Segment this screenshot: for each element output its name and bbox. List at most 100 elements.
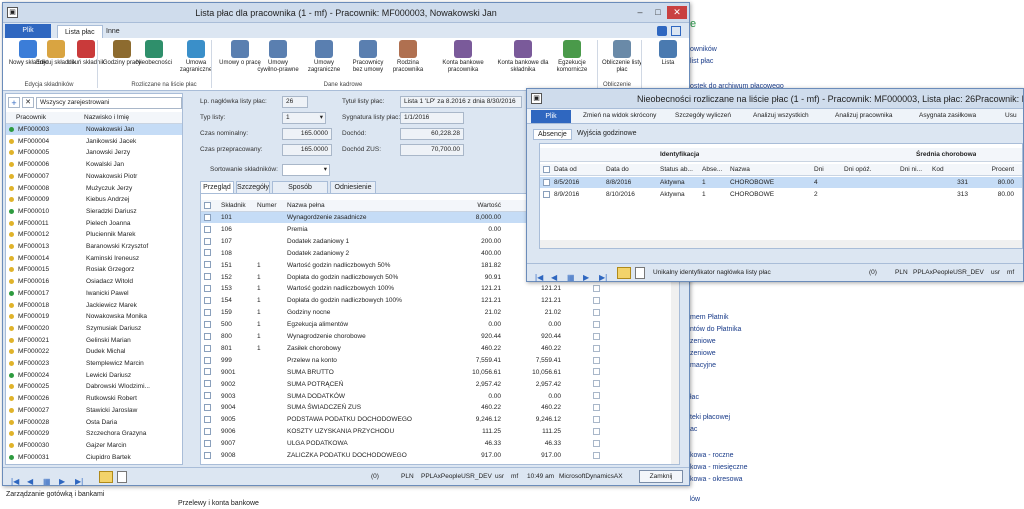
component-row[interactable]: 154 1 Dopłata do godzin nadliczbowych 100%… bbox=[201, 295, 671, 306]
absence-hscrollbar[interactable] bbox=[540, 240, 1022, 248]
filter-select[interactable]: Wszyscy zarejestrowani bbox=[36, 97, 182, 109]
employee-row[interactable]: MF000004 Janikowski Jacek bbox=[6, 136, 182, 147]
employee-row[interactable]: MF000003 Nowakowski Jan bbox=[6, 124, 182, 135]
remove-filter-button[interactable]: ✕ bbox=[22, 97, 34, 108]
component-row[interactable]: 9005 PODSTAWA PODATKU DOCHODOWEGO 9,246.12… bbox=[201, 414, 671, 425]
row-checkbox[interactable] bbox=[204, 236, 211, 247]
include-checkbox[interactable] bbox=[593, 450, 600, 461]
tab-inne[interactable]: Inne bbox=[99, 25, 127, 38]
row-checkbox[interactable] bbox=[204, 283, 211, 294]
nav-item[interactable]: łac bbox=[690, 394, 699, 401]
ribbon-button-15[interactable]: Lista bbox=[647, 40, 689, 67]
maximize-button[interactable]: □ bbox=[649, 6, 667, 19]
row-checkbox[interactable] bbox=[204, 272, 211, 283]
nav-item[interactable]: ntów do Płatnika bbox=[690, 326, 741, 333]
component-row[interactable]: 500 1 Egzekucja alimentów 0.00 0.00 bbox=[201, 319, 671, 330]
employee-row[interactable]: MF000029 Szczechora Grazyna bbox=[6, 428, 182, 439]
include-checkbox[interactable] bbox=[593, 319, 600, 330]
include-checkbox[interactable] bbox=[593, 414, 600, 425]
include-checkbox[interactable] bbox=[593, 438, 600, 449]
row-checkbox[interactable] bbox=[204, 426, 211, 437]
component-row[interactable]: 9001 SUMA BRUTTO 10,056.61 10,056.61 bbox=[201, 367, 671, 378]
employee-row[interactable]: MF000028 Osta Daria bbox=[6, 417, 182, 428]
employee-row[interactable]: MF000015 Rosiak Grzegorz bbox=[6, 264, 182, 275]
subtab-1[interactable]: Szczegóły bbox=[236, 181, 270, 193]
row-checkbox[interactable] bbox=[204, 367, 211, 378]
component-row[interactable]: 9004 SUMA ŚWIADCZEŃ ZUS 460.22 460.22 bbox=[201, 402, 671, 413]
employee-row[interactable]: MF000021 Gelinski Marian bbox=[6, 335, 182, 346]
include-checkbox[interactable] bbox=[593, 391, 600, 402]
employee-row[interactable]: MF000008 Mużyczuk Jerzy bbox=[6, 183, 182, 194]
first-record-icon[interactable]: |◀ bbox=[11, 473, 19, 491]
ribbon-button-8[interactable]: Umowy zagraniczne bbox=[303, 40, 345, 74]
row-checkbox[interactable] bbox=[543, 189, 550, 200]
ribbon-button-7[interactable]: Umowy cywilno-prawne bbox=[257, 40, 299, 74]
tab-absencje[interactable]: Absencje bbox=[533, 129, 572, 140]
absence-col-header[interactable]: Abse... bbox=[702, 164, 728, 176]
employee-row[interactable]: MF000005 Janowski Jerzy bbox=[6, 147, 182, 158]
minimize-button[interactable]: – bbox=[631, 6, 649, 19]
add-filter-button[interactable]: + bbox=[8, 97, 20, 108]
toggle-short-view-button[interactable]: Zmień na widok skrócony bbox=[583, 112, 656, 119]
absence-col-header[interactable]: Nazwa bbox=[730, 164, 810, 176]
absence-col-header[interactable]: Procent bbox=[970, 164, 1014, 176]
nav-item[interactable]: kowa - okresowa bbox=[690, 476, 743, 483]
file-tab[interactable]: Plik bbox=[5, 24, 51, 38]
close-window-button[interactable]: ✕ bbox=[667, 6, 687, 19]
select-all-checkbox[interactable] bbox=[204, 200, 212, 212]
include-checkbox[interactable] bbox=[593, 307, 600, 318]
employee-row[interactable]: MF000016 Osiadacz Witold bbox=[6, 276, 182, 287]
absence-col-header[interactable]: Dni opóź. bbox=[844, 164, 894, 176]
employee-row[interactable]: MF000030 Gajzer Marcin bbox=[6, 440, 182, 451]
analyze-employee-button[interactable]: Analizuj pracownika bbox=[835, 112, 892, 119]
absence-col-header[interactable]: Dni bbox=[814, 164, 842, 176]
nav-item[interactable]: list płac bbox=[690, 58, 713, 65]
edit-icon[interactable] bbox=[617, 267, 631, 279]
zus-field[interactable]: 70,700.00 bbox=[400, 144, 464, 156]
row-checkbox[interactable] bbox=[204, 450, 211, 461]
row-checkbox[interactable] bbox=[204, 319, 211, 330]
col-header-code[interactable]: Składnik bbox=[221, 200, 257, 212]
type-select[interactable]: 1 ▾ bbox=[282, 112, 326, 124]
component-row[interactable]: 9007 ULGA PODATKOWA 46.33 46.33 bbox=[201, 438, 671, 449]
next-record-icon[interactable]: ▶ bbox=[583, 269, 589, 287]
include-checkbox[interactable] bbox=[593, 355, 600, 366]
ribbon-button-14[interactable]: Obliczenie listy płac bbox=[601, 40, 643, 74]
worked-field[interactable]: 165.0000 bbox=[282, 144, 332, 156]
row-checkbox[interactable] bbox=[204, 212, 211, 223]
employee-row[interactable]: MF000014 Kaminski Ireneusz bbox=[6, 253, 182, 264]
nav-item[interactable]: kowa - roczne bbox=[690, 452, 734, 459]
edit-icon[interactable] bbox=[99, 471, 113, 483]
row-checkbox[interactable] bbox=[204, 295, 211, 306]
ribbon-button-11[interactable]: Konta bankowe pracownika bbox=[435, 40, 491, 74]
row-checkbox[interactable] bbox=[204, 343, 211, 354]
employee-row[interactable]: MF000013 Baranowski Krzysztof bbox=[6, 241, 182, 252]
employee-row[interactable]: MF000022 Dudek Michal bbox=[6, 346, 182, 357]
absence-col-header[interactable]: Data do bbox=[606, 164, 658, 176]
include-checkbox[interactable] bbox=[593, 402, 600, 413]
nav-item[interactable]: e bbox=[690, 18, 696, 30]
lp-field[interactable]: 26 bbox=[282, 96, 308, 108]
ribbon-button-10[interactable]: Rodzina pracownika bbox=[387, 40, 429, 74]
calc-details-button[interactable]: Szczegóły wyliczeń bbox=[675, 112, 731, 119]
title-field[interactable]: Lista 1 'LP' za 8.2016 z dnia 8/30/2016 bbox=[400, 96, 522, 108]
prev-record-icon[interactable]: ◀ bbox=[551, 269, 557, 287]
nav-item-cash-bank[interactable]: Zarządzanie gotówką i bankami bbox=[6, 491, 104, 498]
col-header-fullname[interactable]: Nazwa pełna bbox=[287, 200, 437, 212]
employee-row[interactable]: MF000023 Stemplewicz Marcin bbox=[6, 358, 182, 369]
subtab-3[interactable]: Odniesienie bbox=[330, 181, 376, 193]
ribbon-button-13[interactable]: Egzekucje komornicze bbox=[551, 40, 593, 74]
employee-row[interactable]: MF000025 Dabrowski Wlodzimi... bbox=[6, 381, 182, 392]
grid-icon[interactable]: ▦ bbox=[567, 269, 575, 287]
employee-row[interactable]: MF000024 Lewicki Dariusz bbox=[6, 370, 182, 381]
help-icon[interactable] bbox=[657, 26, 667, 36]
popup-file-tab[interactable]: Plik bbox=[531, 110, 571, 123]
sort-select[interactable]: ▾ bbox=[282, 164, 330, 176]
employee-row[interactable]: MF000017 Iwanicki Pawel bbox=[6, 288, 182, 299]
nominal-field[interactable]: 165.0000 bbox=[282, 128, 332, 140]
employee-row[interactable]: MF000010 Sieradzki Dariusz bbox=[6, 206, 182, 217]
component-row[interactable]: 999 Przelew na konto 7,559.41 7,559.41 bbox=[201, 355, 671, 366]
nav-item[interactable]: teki płacowej bbox=[690, 414, 730, 421]
nav-item[interactable]: owników bbox=[690, 46, 717, 53]
select-all-checkbox[interactable] bbox=[543, 164, 550, 176]
